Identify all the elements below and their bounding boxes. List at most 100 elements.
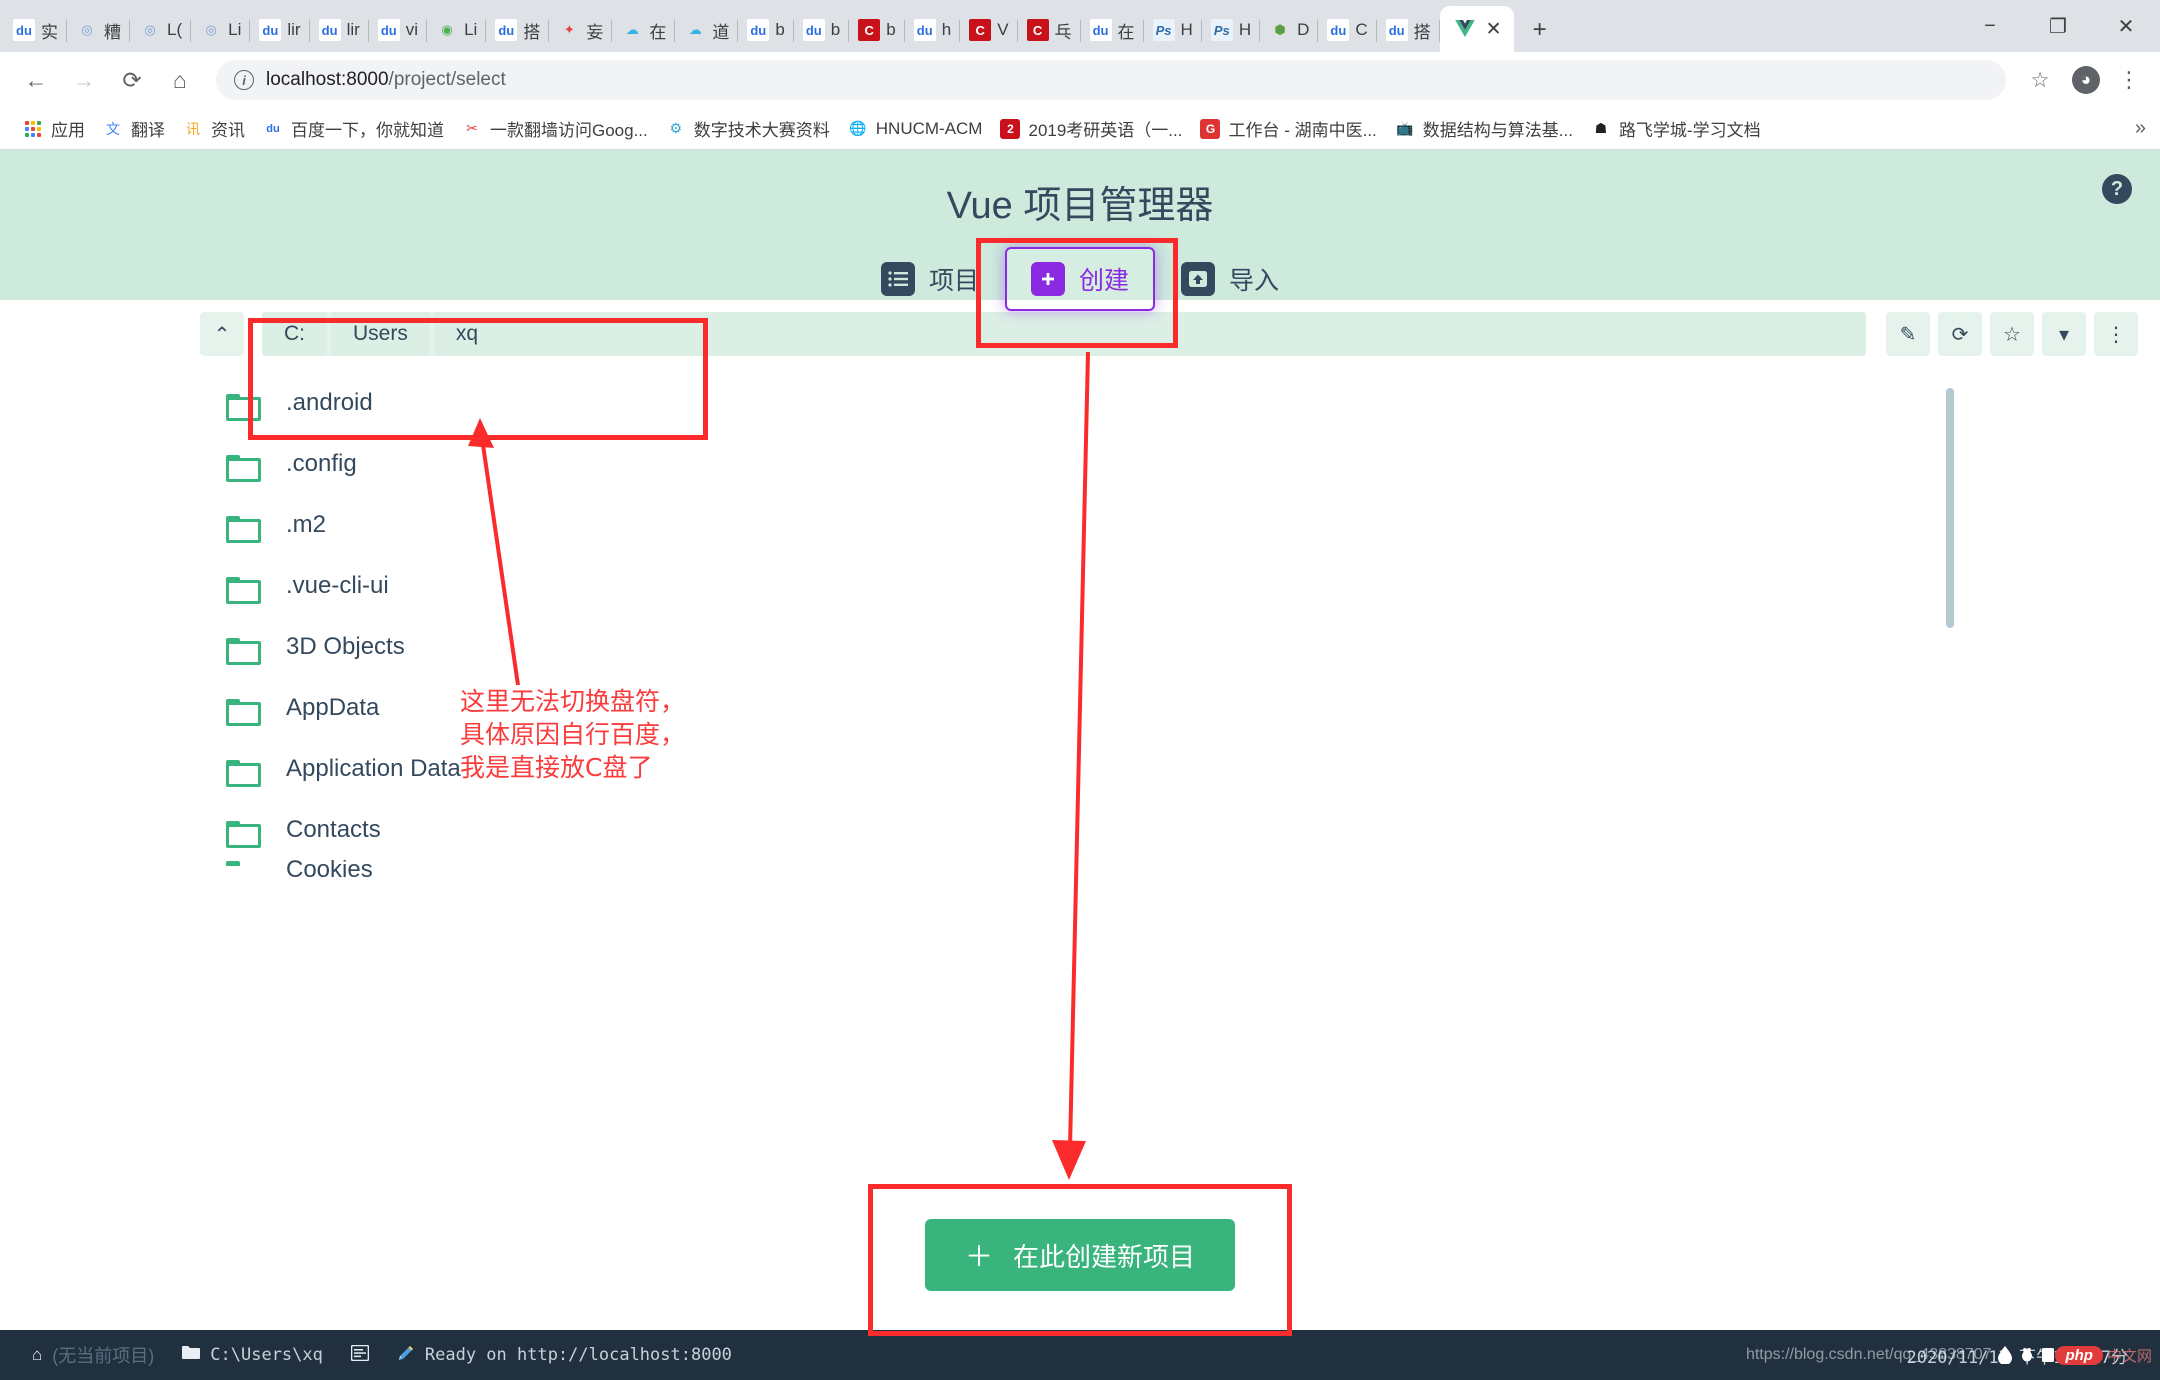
status-current-project[interactable]: ⌂ (无当前项目) [18,1342,168,1368]
bookmark-item[interactable]: G 工作台 - 湖南中医... [1191,112,1385,145]
browser-tab-active[interactable]: ✕ [1439,6,1514,52]
breadcrumb-xq[interactable]: xq [433,312,1866,356]
folder-row[interactable]: .android [0,372,2160,433]
tab-close-icon[interactable]: ✕ [1486,20,1502,39]
bookmark-item[interactable]: 应用 [14,112,94,145]
browser-tab[interactable]: ⬢ D [1260,8,1319,52]
browser-tab[interactable]: du 在 [1081,8,1144,52]
folder-row[interactable]: .m2 [0,494,2160,555]
bookmark-item[interactable]: ⚙ 数字技术大赛资料 [657,112,839,145]
browser-tab[interactable]: du 搭 [486,8,550,52]
bookmark-item[interactable]: ✂ 一款翻墙访问Goog... [453,112,657,145]
folder-icon [226,452,261,482]
folder-name: Contacts [286,815,381,843]
folder-row[interactable]: .config [0,433,2160,494]
breadcrumb-drive[interactable]: C: [262,312,327,356]
browser-tab[interactable]: du 搭 [1377,8,1440,52]
forward-button[interactable]: → [62,58,106,102]
baidu-favicon: du [13,19,35,41]
folder-icon [226,696,261,726]
bookmark-item[interactable]: du 百度一下，你就知道 [254,112,453,145]
new-tab-button[interactable]: + [1520,8,1560,52]
bookmark-item[interactable]: 2 2019考研英语（一... [991,112,1191,145]
minimize-button[interactable]: − [1956,0,2024,52]
folder-icon [226,635,261,665]
bookmark-label: 百度一下，你就知道 [291,121,444,140]
browser-tab[interactable]: CV [960,8,1018,52]
bookmark-item[interactable]: 📺 数据结构与算法基... [1386,112,1582,145]
browser-tab[interactable]: ☁ 道 [675,8,739,52]
browser-tab[interactable]: Cb [849,8,905,52]
browser-tab[interactable]: Ps H [1144,8,1202,52]
help-icon[interactable]: ? [2102,174,2132,204]
status-ready[interactable]: Ready on http://localhost:8000 [383,1344,746,1367]
status-path[interactable]: C:\Users\xq [168,1345,337,1365]
folder-row[interactable]: AppData [0,677,2160,738]
edit-path-icon[interactable]: ✎ [1886,312,1930,356]
browser-tab-label: lir [287,20,301,39]
browser-tab[interactable]: ☁ 在 [612,8,676,52]
folder-row[interactable]: .vue-cli-ui [0,555,2160,616]
browser-tab[interactable]: du h [905,8,961,52]
bookmark-item[interactable]: 🌐 HNUCM-ACM [839,115,992,143]
browser-tab[interactable]: ✦ 妄 [549,8,613,52]
folder-row[interactable]: Cookies [0,860,2160,880]
tab-import[interactable]: 导入 [1155,247,1305,311]
bookmark-star-icon[interactable]: ☆ [2020,60,2060,100]
browser-tab[interactable]: ◎ L( [130,8,192,52]
status-project-label: (无当前项目) [52,1346,155,1366]
chrome-menu-button[interactable]: ⋮ [2112,67,2146,93]
favorites-dropdown-icon[interactable]: ▾ [2042,312,2086,356]
scrollbar[interactable] [1946,388,1954,628]
back-button[interactable]: ← [14,58,58,102]
bookmark-item[interactable]: 讯资讯 [174,112,254,145]
close-window-button[interactable]: ✕ [2092,0,2160,52]
bookmarks-bar: 应用文翻译讯资讯 du 百度一下，你就知道 ✂ 一款翻墙访问Goog... ⚙ 数字技术大赛… [0,108,2160,150]
browser-toolbar: ← → ⟳ ⌂ i localhost:8000/project/select … [0,52,2160,108]
folder-icon [226,860,256,880]
google-translate-icon: 文 [106,120,120,137]
more-options-icon[interactable]: ⋮ [2094,312,2138,356]
bookmarks-overflow-button[interactable]: » [2135,117,2146,140]
browser-tab-label: V [997,20,1009,39]
browser-tab[interactable]: du C [1318,8,1377,52]
cloud-favicon: ☁ [688,22,702,37]
bookmark-item[interactable]: ☗ 路飞学城-学习文档 [1582,112,1770,145]
avatar[interactable]: ◕ [2072,66,2100,94]
browser-tab[interactable]: C乓 [1018,8,1081,52]
breadcrumb-users[interactable]: Users [331,312,430,356]
browser-tab[interactable]: ◎ 糟 [67,8,130,52]
path-actions: ✎ ⟳ ☆ ▾ ⋮ [1886,312,2138,356]
browser-tab[interactable]: ◎ Li [191,8,251,52]
create-project-here-button[interactable]: ＋ 在此创建新项目 [924,1219,1236,1291]
browser-tab[interactable]: du b [738,8,794,52]
refresh-icon[interactable]: ⟳ [1938,312,1982,356]
browser-tab[interactable]: du 实 [4,8,67,52]
bookmark-item[interactable]: 文翻译 [94,112,174,145]
favorite-star-icon[interactable]: ☆ [1990,312,2034,356]
tab-create[interactable]: 创建 [1004,247,1155,311]
site-info-icon[interactable]: i [234,70,254,90]
browser-tab-label: 搭 [1413,22,1431,42]
folder-icon [226,574,261,604]
browser-tab[interactable]: du lir [310,8,369,52]
collapse-parent-button[interactable]: ⌃ [200,312,244,356]
browser-tab[interactable]: du vi [369,8,428,52]
browser-tab[interactable]: du b [794,8,850,52]
home-button[interactable]: ⌂ [158,58,202,102]
maximize-button[interactable]: ❐ [2024,0,2092,52]
folder-name: .config [286,449,357,477]
browser-tab[interactable]: ◉ Li [427,8,487,52]
status-terminal[interactable] [337,1344,383,1366]
folder-row[interactable]: 3D Objects [0,616,2160,677]
tab-projects[interactable]: 项目 [855,247,1005,311]
tab-create-label: 创建 [1078,267,1129,295]
browser-tab[interactable]: Ps H [1202,8,1261,52]
folder-row[interactable]: Application Data [0,738,2160,799]
folder-row[interactable]: Contacts [0,799,2160,860]
browser-tab[interactable]: du lir [250,8,310,52]
reload-button[interactable]: ⟳ [110,58,154,102]
bookmark-label: 翻译 [131,121,165,140]
url-path: /project/select [388,69,506,90]
address-bar[interactable]: i localhost:8000/project/select [216,60,2006,100]
